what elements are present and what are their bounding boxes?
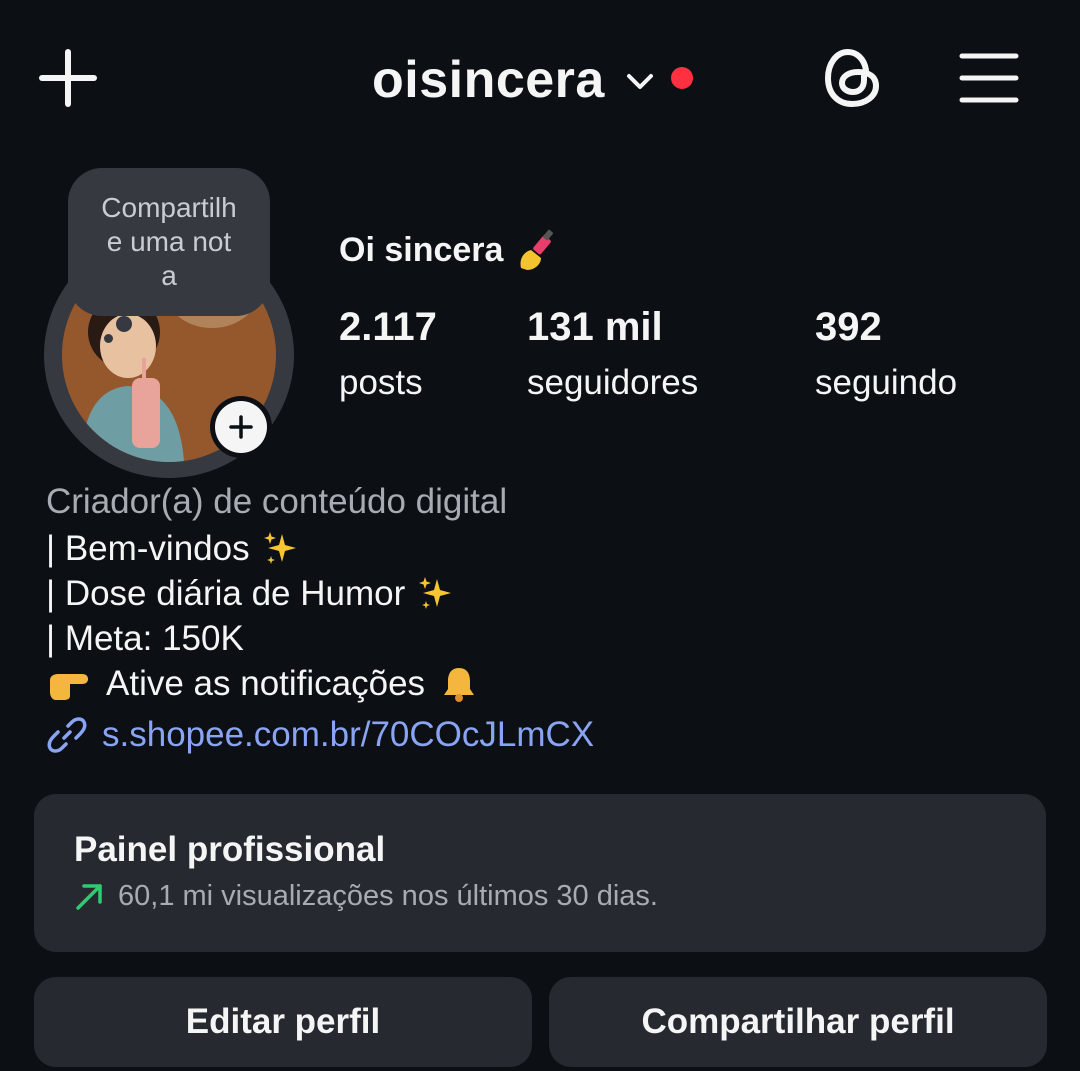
display-name: Oi sincera	[339, 228, 559, 272]
note-tail-small	[104, 334, 113, 343]
note-bubble[interactable]: Compartilhe uma nota	[68, 168, 270, 316]
posts-count: 2.117	[339, 305, 437, 349]
display-name-text: Oi sincera	[339, 230, 504, 269]
followers-count: 131 mil	[527, 305, 663, 349]
bio-link[interactable]: s.shopee.com.br/70COcJLmCX	[46, 710, 1046, 760]
followers-label: seguidores	[527, 363, 699, 402]
bio-line-2: | Dose diária de Humor	[46, 571, 1046, 616]
bio: Criador(a) de conteúdo digital | Bem-vin…	[46, 478, 1046, 760]
bell-icon	[444, 667, 475, 702]
bio-line-4-text: Ative as notificações	[106, 664, 426, 703]
plus-icon	[39, 49, 97, 107]
bio-line-3-text: | Meta: 150K	[46, 619, 244, 658]
professional-dashboard[interactable]: Painel profissional 60,1 mi visualizaçõe…	[34, 794, 1046, 952]
bio-line-1-text: | Bem-vindos	[46, 529, 250, 568]
add-story-button[interactable]	[210, 396, 272, 458]
dashboard-title: Painel profissional	[74, 830, 386, 869]
bio-line-1: | Bem-vindos	[46, 526, 1046, 571]
dashboard-subtitle-text: 60,1 mi visualizações nos últimos 30 dia…	[118, 880, 658, 912]
bio-line-4: Ative as notificações	[46, 661, 1046, 706]
menu-button[interactable]	[958, 50, 1020, 106]
following-label: seguindo	[815, 363, 958, 402]
posts-stat[interactable]: 2.117 posts	[339, 302, 437, 408]
username: oisincera	[372, 51, 605, 109]
trend-up-arrow-icon	[76, 883, 102, 910]
following-count: 392	[815, 305, 882, 349]
create-button[interactable]	[38, 48, 98, 108]
notification-dot	[670, 67, 693, 89]
bio-line-2-text: | Dose diária de Humor	[46, 574, 406, 613]
pointing-hand-icon	[50, 673, 88, 700]
account-switcher[interactable]: oisincera	[372, 40, 693, 120]
bio-line-3: | Meta: 150K	[46, 616, 1046, 661]
threads-button[interactable]	[822, 46, 884, 110]
plus-icon	[229, 415, 253, 439]
note-text: Compartilhe uma nota	[101, 192, 237, 291]
sparkles-icon	[419, 576, 452, 609]
chevron-down-icon	[626, 74, 653, 89]
dashboard-subtitle: 60,1 mi visualizações nos últimos 30 dia…	[74, 880, 658, 913]
hamburger-menu-icon	[959, 53, 1019, 103]
following-stat[interactable]: 392 seguindo	[815, 302, 957, 408]
edit-profile-button[interactable]: Editar perfil	[34, 977, 532, 1067]
top-bar: oisincera	[0, 0, 1080, 160]
share-profile-button[interactable]: Compartilhar perfil	[549, 977, 1047, 1067]
nail-polish-emoji-icon	[520, 229, 554, 270]
posts-label: posts	[339, 363, 423, 402]
note-tail	[116, 316, 132, 332]
sparkles-icon	[263, 531, 296, 564]
link-icon	[47, 717, 87, 753]
followers-stat[interactable]: 131 mil seguidores	[527, 302, 698, 408]
threads-icon	[825, 49, 879, 107]
bio-category: Criador(a) de conteúdo digital	[46, 482, 508, 521]
bio-link-text: s.shopee.com.br/70COcJLmCX	[102, 715, 595, 754]
profile-page: oisincera Compartilhe uma nota Oi sincer…	[0, 0, 1080, 1071]
add-story-inner	[215, 401, 267, 453]
